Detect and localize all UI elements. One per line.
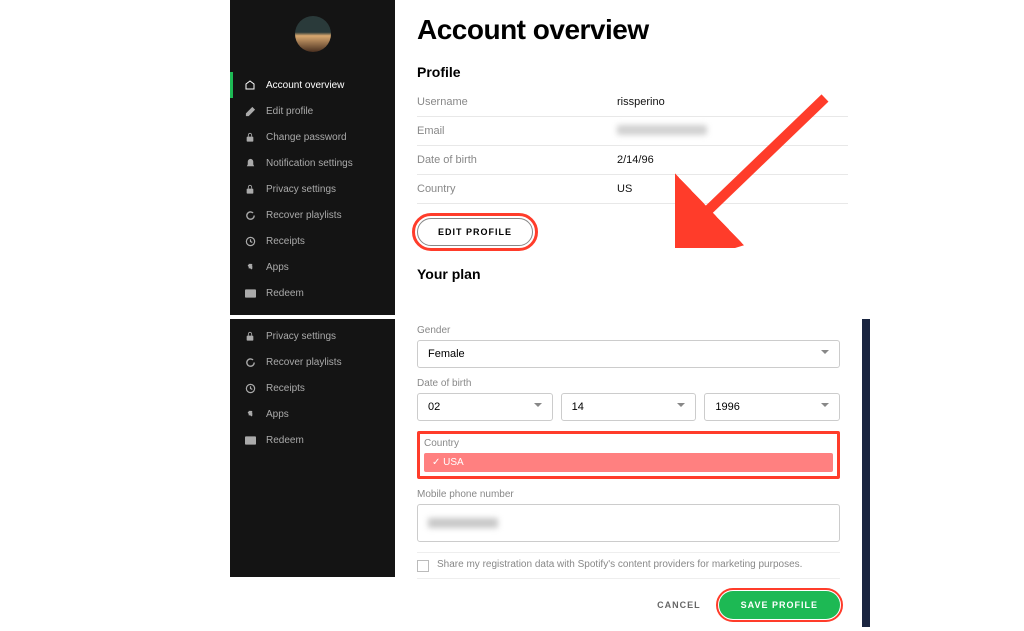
field-label: Email <box>417 125 617 137</box>
consent-label: Share my registration data with Spotify'… <box>437 559 802 570</box>
sidebar-item-notification-settings[interactable]: Notification settings <box>230 150 395 176</box>
puzzle-icon <box>244 408 256 420</box>
refresh-icon <box>244 209 256 221</box>
sidebar-item-label: Apps <box>266 262 289 273</box>
refresh-icon <box>244 356 256 368</box>
field-label: Date of birth <box>417 154 617 166</box>
sidebar-item-label: Apps <box>266 409 289 420</box>
sidebar-item-label: Change password <box>266 132 347 143</box>
sidebar-item-label: Privacy settings <box>266 331 336 342</box>
field-value: 2/14/96 <box>617 154 654 166</box>
cancel-button[interactable]: CANCEL <box>657 600 701 610</box>
field-label: Country <box>417 183 617 195</box>
field-label: Date of birth <box>417 378 840 389</box>
plan-heading: Your plan <box>417 266 848 282</box>
consent-checkbox-row[interactable]: Share my registration data with Spotify'… <box>417 552 840 579</box>
sidebar-item-label: Receipts <box>266 236 305 247</box>
field-value: US <box>617 183 632 195</box>
card-icon <box>244 434 256 446</box>
sidebar-item-recover-playlists[interactable]: Recover playlists <box>230 349 395 375</box>
edit-profile-button[interactable]: EDIT PROFILE <box>417 218 533 246</box>
avatar[interactable] <box>295 16 331 52</box>
profile-row-dob: Date of birth 2/14/96 <box>417 146 848 175</box>
sidebar-item-label: Privacy settings <box>266 184 336 195</box>
field-value: rissperino <box>617 96 665 108</box>
clock-icon <box>244 382 256 394</box>
sidebar-item-apps[interactable]: Apps <box>230 401 395 427</box>
sidebar-item-label: Account overview <box>266 80 344 91</box>
clock-icon <box>244 235 256 247</box>
field-label: Username <box>417 96 617 108</box>
sidebar-item-receipts[interactable]: Receipts <box>230 375 395 401</box>
sidebar-item-label: Recover playlists <box>266 210 342 221</box>
profile-heading: Profile <box>417 64 848 80</box>
redacted-value <box>617 125 707 135</box>
sidebar-item-edit-profile[interactable]: Edit profile <box>230 98 395 124</box>
sidebar: Account overview Edit profile Change pas… <box>230 0 395 315</box>
dob-day-select[interactable]: 02 <box>417 393 553 421</box>
profile-row-country: Country US <box>417 175 848 204</box>
sidebar-item-account-overview[interactable]: Account overview <box>230 72 395 98</box>
profile-row-username: Username rissperino <box>417 88 848 117</box>
edit-form: Gender Female Date of birth 02 14 1996 C… <box>395 319 870 627</box>
save-profile-button[interactable]: SAVE PROFILE <box>719 591 840 619</box>
dob-month-select[interactable]: 14 <box>561 393 697 421</box>
field-label: Gender <box>417 325 840 336</box>
page-title: Account overview <box>417 14 848 46</box>
field-label: Country <box>424 438 833 449</box>
sidebar-item-receipts[interactable]: Receipts <box>230 228 395 254</box>
sidebar-item-change-password[interactable]: Change password <box>230 124 395 150</box>
sidebar-item-privacy-settings[interactable]: Privacy settings <box>230 176 395 202</box>
sidebar-item-label: Edit profile <box>266 106 313 117</box>
sidebar-item-label: Recover playlists <box>266 357 342 368</box>
profile-row-email: Email <box>417 117 848 146</box>
lock-icon <box>244 330 256 342</box>
main-content: Account overview Profile Username risspe… <box>395 0 870 315</box>
redacted-value <box>428 518 498 528</box>
sidebar: Privacy settings Recover playlists Recei… <box>230 319 395 577</box>
sidebar-item-label: Redeem <box>266 288 304 299</box>
sidebar-item-label: Notification settings <box>266 158 353 169</box>
sidebar-item-label: Redeem <box>266 435 304 446</box>
sidebar-item-recover-playlists[interactable]: Recover playlists <box>230 202 395 228</box>
field-label: Mobile phone number <box>417 489 840 500</box>
puzzle-icon <box>244 261 256 273</box>
lock-icon <box>244 183 256 195</box>
sidebar-item-privacy-settings[interactable]: Privacy settings <box>230 323 395 349</box>
sidebar-item-redeem[interactable]: Redeem <box>230 427 395 453</box>
home-icon <box>244 79 256 91</box>
gender-select[interactable]: Female <box>417 340 840 368</box>
dob-year-select[interactable]: 1996 <box>704 393 840 421</box>
country-highlight: Country ✓ USA <box>417 431 840 479</box>
lock-icon <box>244 131 256 143</box>
card-icon <box>244 287 256 299</box>
sidebar-item-redeem[interactable]: Redeem <box>230 280 395 306</box>
sidebar-item-apps[interactable]: Apps <box>230 254 395 280</box>
country-select[interactable]: ✓ USA <box>424 453 833 472</box>
sidebar-item-label: Receipts <box>266 383 305 394</box>
pencil-icon <box>244 105 256 117</box>
checkbox-icon[interactable] <box>417 560 429 572</box>
phone-input[interactable] <box>417 504 840 542</box>
bell-icon <box>244 157 256 169</box>
